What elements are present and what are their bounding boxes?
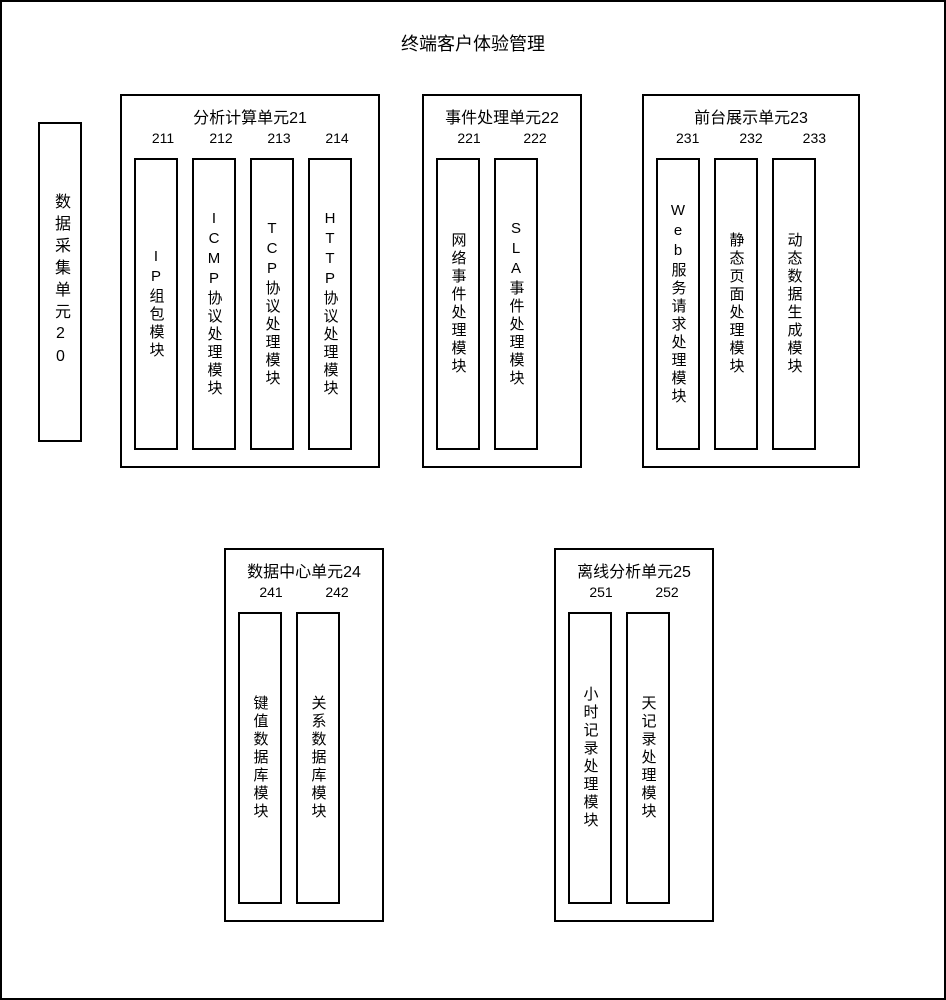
- module-numbers: 211 212 213 214: [134, 130, 366, 146]
- unit-event-process: 事件处理单元22 221 222 网络事件处理模块 SLA事件处理模块: [422, 94, 582, 468]
- unit-frontend-display: 前台展示单元23 231 232 233 Web服务请求处理模块 静态页面处理模…: [642, 94, 860, 468]
- mod-num: 242: [304, 584, 370, 600]
- main-title: 终端客户体验管理: [2, 2, 944, 56]
- module-label: 静态页面处理模块: [726, 232, 747, 376]
- module-box: 天记录处理模块: [626, 612, 670, 904]
- unit-title: 数据中心单元24: [238, 558, 370, 582]
- module-label: 键值数据库模块: [250, 695, 271, 821]
- unit-title: 分析计算单元21: [134, 104, 366, 128]
- module-row: 网络事件处理模块 SLA事件处理模块: [436, 158, 568, 450]
- data-collect-unit: 数据采集单元20: [38, 122, 82, 442]
- data-collect-label: 数据采集单元20: [48, 193, 72, 371]
- module-box: TCP协议处理模块: [250, 158, 294, 450]
- mod-num: 241: [238, 584, 304, 600]
- mod-num: 233: [783, 130, 846, 146]
- mod-num: 211: [134, 130, 192, 146]
- mod-num: 231: [656, 130, 719, 146]
- module-box: 动态数据生成模块: [772, 158, 816, 450]
- module-numbers: 251 252: [568, 584, 700, 600]
- module-box: SLA事件处理模块: [494, 158, 538, 450]
- unit-title: 前台展示单元23: [656, 104, 846, 128]
- mod-num: 221: [436, 130, 502, 146]
- diagram-canvas: 终端客户体验管理 数据采集单元20 分析计算单元21 211 212 213 2…: [0, 0, 946, 1000]
- mod-num: 232: [719, 130, 782, 146]
- unit-data-center: 数据中心单元24 241 242 键值数据库模块 关系数据库模块: [224, 548, 384, 922]
- module-row: 小时记录处理模块 天记录处理模块: [568, 612, 700, 904]
- module-label: 网络事件处理模块: [448, 232, 469, 376]
- module-box: 静态页面处理模块: [714, 158, 758, 450]
- module-label: ICMP协议处理模块: [204, 210, 225, 398]
- module-row: IP组包模块 ICMP协议处理模块 TCP协议处理模块 HTTP协议处理模块: [134, 158, 366, 450]
- unit-title: 事件处理单元22: [436, 104, 568, 128]
- module-numbers: 221 222: [436, 130, 568, 146]
- module-label: IP组包模块: [146, 248, 167, 360]
- module-label: Web服务请求处理模块: [668, 202, 689, 406]
- module-box: ICMP协议处理模块: [192, 158, 236, 450]
- module-box: 关系数据库模块: [296, 612, 340, 904]
- module-box: 小时记录处理模块: [568, 612, 612, 904]
- module-label: 天记录处理模块: [638, 695, 659, 821]
- unit-analysis-compute: 分析计算单元21 211 212 213 214 IP组包模块 ICMP协议处理…: [120, 94, 380, 468]
- module-label: 动态数据生成模块: [784, 232, 805, 376]
- module-row: 键值数据库模块 关系数据库模块: [238, 612, 370, 904]
- module-box: 网络事件处理模块: [436, 158, 480, 450]
- module-box: Web服务请求处理模块: [656, 158, 700, 450]
- mod-num: 213: [250, 130, 308, 146]
- unit-title: 离线分析单元25: [568, 558, 700, 582]
- module-box: 键值数据库模块: [238, 612, 282, 904]
- module-label: TCP协议处理模块: [262, 220, 283, 388]
- module-row: Web服务请求处理模块 静态页面处理模块 动态数据生成模块: [656, 158, 846, 450]
- module-label: 小时记录处理模块: [580, 686, 601, 830]
- module-label: SLA事件处理模块: [506, 220, 527, 388]
- mod-num: 212: [192, 130, 250, 146]
- module-numbers: 241 242: [238, 584, 370, 600]
- mod-num: 222: [502, 130, 568, 146]
- module-numbers: 231 232 233: [656, 130, 846, 146]
- module-label: HTTP协议处理模块: [320, 210, 341, 398]
- mod-num: 252: [634, 584, 700, 600]
- module-box: IP组包模块: [134, 158, 178, 450]
- mod-num: 214: [308, 130, 366, 146]
- mod-num: 251: [568, 584, 634, 600]
- module-box: HTTP协议处理模块: [308, 158, 352, 450]
- unit-offline-analysis: 离线分析单元25 251 252 小时记录处理模块 天记录处理模块: [554, 548, 714, 922]
- module-label: 关系数据库模块: [308, 695, 329, 821]
